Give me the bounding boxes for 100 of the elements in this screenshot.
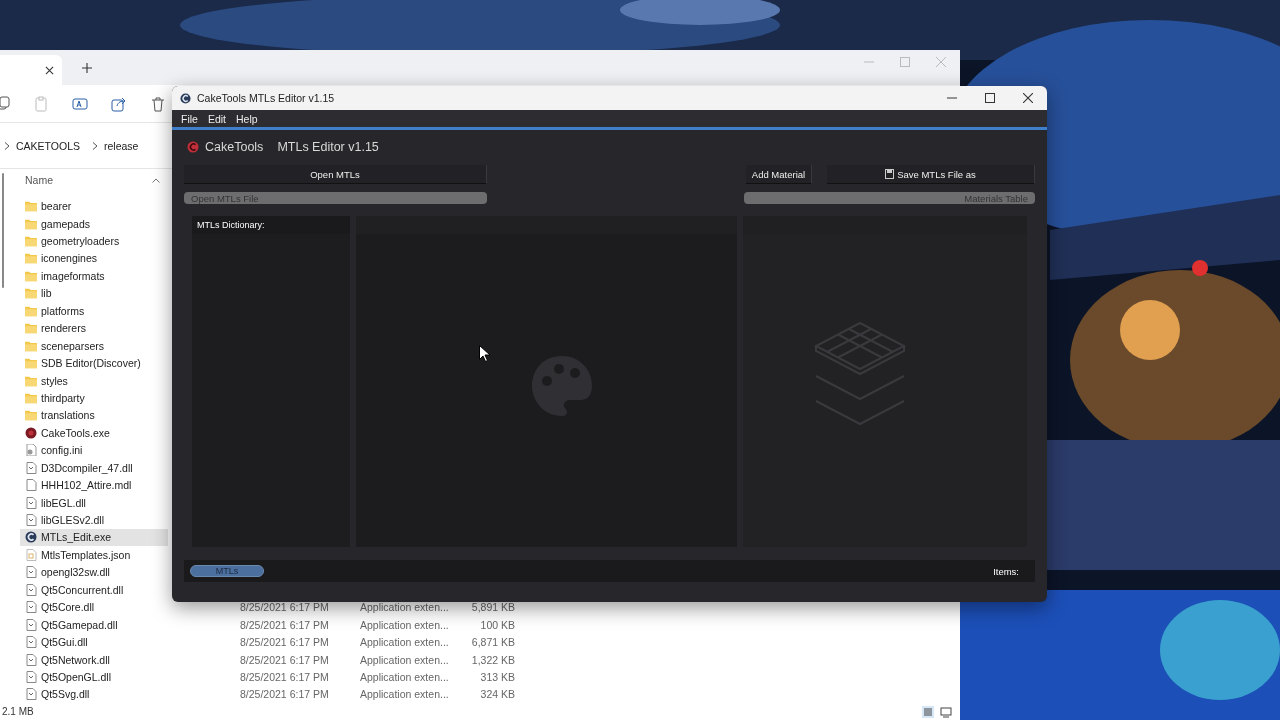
window-title: CakeTools MTLs Editor v1.15 [197,92,335,104]
file-row[interactable]: lib [20,284,168,303]
file-name: Qt5Concurrent.dll [41,583,124,596]
new-tab-icon[interactable] [82,62,92,73]
folder-icon [25,235,37,248]
file-name: HHH102_Attire.mdl [41,479,132,492]
file-name: config.ini [41,444,83,457]
file-icon [25,479,37,492]
file-name: renderers [41,322,86,335]
folder-icon [25,287,37,300]
file-name: Qt5Gui.dll [41,636,88,649]
file-row[interactable]: translations [20,406,168,425]
folder-icon [25,409,37,422]
file-row[interactable]: opengl32sw.dll [20,563,168,582]
file-name: MTLs_Edit.exe [41,531,112,544]
file-row[interactable]: MTLs_Edit.exe [20,528,168,547]
add-material-button[interactable]: Add Material [746,165,812,184]
folder-icon [25,217,37,230]
file-name: SDB Editor(Discover) [41,357,141,370]
folder-icon [25,339,37,352]
share-icon[interactable] [111,95,127,112]
file-name: libEGL.dll [41,496,86,509]
folder-icon [25,304,37,317]
file-name: D3Dcompiler_47.dll [41,461,133,474]
file-row[interactable]: Qt5Concurrent.dll [20,581,168,599]
breadcrumb-item[interactable]: CAKETOOLS [16,139,80,152]
type-cell-text: Application exten... [360,618,450,631]
file-name: translations [41,409,95,422]
panel-title: MTLs Dictionary: [192,216,350,234]
brand-name: CakeTools [205,140,264,154]
file-row[interactable]: libEGL.dll [20,493,168,512]
file-name: Qt5Core.dll [41,601,95,614]
file-name: styles [41,374,68,387]
file-row[interactable]: gamepads [20,214,168,233]
file-row[interactable]: sceneparsers [20,336,168,355]
folder-icon [25,269,37,282]
cursor-icon [479,345,490,362]
type-cell-text: Application exten... [360,688,450,701]
delete-icon[interactable] [150,95,166,112]
file-icon [25,618,37,631]
date-cell-text: 8/25/2021 6:17 PM [240,618,330,631]
folder-icon [25,322,37,335]
file-name: Qt5Svg.dll [41,688,90,701]
app-icon [180,92,191,104]
size-cell: 5,891 KB [470,601,515,614]
details-view-icon[interactable] [922,705,934,718]
save-button[interactable]: Save MTLs File as [827,165,1035,184]
date-cell-text: 8/25/2021 6:17 PM [240,653,330,666]
file-icon [25,653,37,666]
tiles-view-icon[interactable] [940,705,952,718]
file-row[interactable]: renderers [20,319,168,337]
file-row[interactable]: Qt5Svg.dll 8/25/2021 6:17 PM Application exten... 324 KB [20,685,515,704]
file-row[interactable]: Qt5Core.dll 8/25/2021 6:17 PM Application exten... 5,891 KB [20,598,515,616]
open-button[interactable]: Open MTLs [184,165,487,184]
file-icon [25,670,37,683]
maximize-icon[interactable] [985,93,995,103]
file-row[interactable]: libGLESv2.dll [20,511,168,529]
file-row[interactable]: config.ini [20,441,168,459]
file-name: gamepads [41,217,91,230]
date-cell-text: 8/25/2021 6:17 PM [240,636,330,649]
file-row[interactable]: iconengines [20,249,168,268]
menu-item[interactable]: Help [231,112,263,125]
file-row[interactable]: imageformats [20,267,168,285]
file-row[interactable]: HHH102_Attire.mdl [20,476,168,494]
file-row[interactable]: Qt5Gui.dll 8/25/2021 6:17 PM Application exten... 6,871 KB [20,633,515,651]
file-row[interactable]: SDB Editor(Discover) [20,354,168,372]
file-icon [25,461,37,474]
file-name: bearer [41,200,72,213]
chevron-icon [4,141,10,150]
file-row[interactable]: styles [20,371,168,390]
file-row[interactable]: bearer [20,197,168,215]
close-icon[interactable] [1023,93,1033,103]
column-header[interactable]: Name [25,174,53,187]
folder-icon [25,391,37,404]
save-icon [885,169,895,179]
breadcrumb-item[interactable]: release [104,139,139,152]
file-name: iconengines [41,252,98,265]
file-row[interactable]: MtlsTemplates.json [20,546,168,564]
file-name: Qt5Network.dll [41,653,110,666]
close-icon[interactable] [45,65,54,75]
file-row[interactable]: D3Dcompiler_47.dll [20,459,168,477]
rename-icon[interactable] [72,95,88,112]
size-cell-text: 100 KB [479,618,515,631]
date-cell-text: 8/25/2021 6:17 PM [240,688,330,701]
file-row[interactable]: platforms [20,302,168,320]
file-icon [25,496,37,509]
file-row[interactable]: CakeTools.exe [20,424,168,442]
file-row[interactable]: Qt5Network.dll 8/25/2021 6:17 PM Application exten... 1,322 KB [20,650,515,669]
file-name: MtlsTemplates.json [41,548,131,561]
type-cell-text: Application exten... [360,653,450,666]
file-row[interactable]: thirdparty [20,389,168,407]
file-row[interactable]: geometryloaders [20,232,168,250]
file-row[interactable]: Qt5Gamepad.dll 8/25/2021 6:17 PM Application exten... 100 KB [20,615,515,634]
folder-icon [25,374,37,387]
scrollbar[interactable] [2,173,4,289]
menu-item[interactable]: Edit [202,112,231,125]
file-name: lib [41,287,52,300]
app-icon [25,531,37,544]
menu-item[interactable]: File [176,112,203,125]
file-row[interactable]: Qt5OpenGL.dll 8/25/2021 6:17 PM Application exten... 313 KB [20,668,515,686]
